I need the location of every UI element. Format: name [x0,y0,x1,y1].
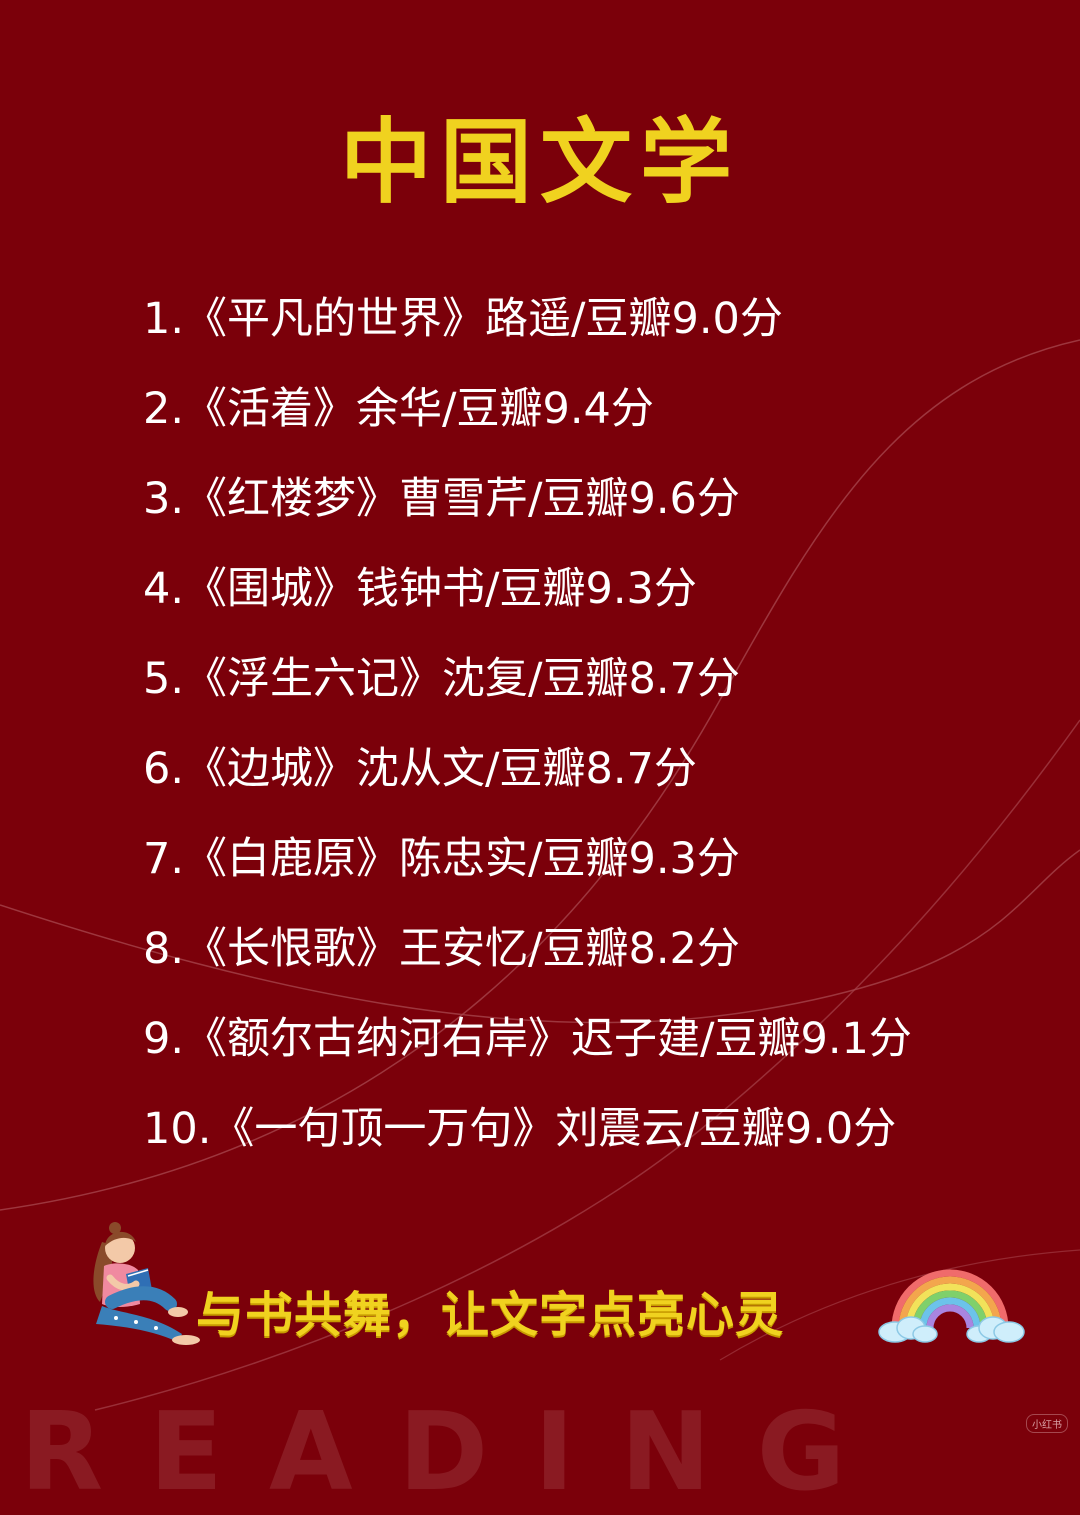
book-item-6: 6.《边城》沈从文/豆瓣8.7分 [143,740,912,830]
book-item-2: 2.《活着》余华/豆瓣9.4分 [143,380,912,470]
book-item-3: 3.《红楼梦》曹雪芹/豆瓣9.6分 [143,470,912,560]
book-text: 5.《浮生六记》沈复/豆瓣8.7分 [143,654,740,704]
rainbow-icon [878,1269,1025,1343]
watermark-text: READING [20,1390,892,1515]
book-item-9: 9.《额尔古纳河右岸》迟子建/豆瓣9.1分 [143,1010,912,1100]
book-list: 1.《平凡的世界》路遥/豆瓣9.0分 2.《活着》余华/豆瓣9.4分 3.《红楼… [143,290,912,1190]
book-text: 4.《围城》钱钟书/豆瓣9.3分 [143,564,697,614]
book-text: 2.《活着》余华/豆瓣9.4分 [143,384,654,434]
book-text: 10.《一句顶一万句》刘震云/豆瓣9.0分 [143,1104,897,1154]
book-item-4: 4.《围城》钱钟书/豆瓣9.3分 [143,560,912,650]
reader-icon [93,1222,200,1345]
book-item-7: 7.《白鹿原》陈忠实/豆瓣9.3分 [143,830,912,920]
book-text: 7.《白鹿原》陈忠实/豆瓣9.3分 [143,834,740,884]
platform-badge: 小红书 [1026,1414,1068,1433]
book-text: 3.《红楼梦》曹雪芹/豆瓣9.6分 [143,474,740,524]
book-text: 9.《额尔古纳河右岸》迟子建/豆瓣9.1分 [143,1014,912,1064]
book-text: 1.《平凡的世界》路遥/豆瓣9.0分 [143,294,783,344]
book-text: 8.《长恨歌》王安忆/豆瓣8.2分 [143,924,740,974]
book-item-1: 1.《平凡的世界》路遥/豆瓣9.0分 [143,290,912,380]
book-item-8: 8.《长恨歌》王安忆/豆瓣8.2分 [143,920,912,1010]
page-title: 中国文学 [339,109,740,216]
book-item-10: 10.《一句顶一万句》刘震云/豆瓣9.0分 [143,1100,912,1190]
book-item-5: 5.《浮生六记》沈复/豆瓣8.7分 [143,650,912,740]
slogan-text: 与书共舞，让文字点亮心灵 [196,1287,785,1343]
book-text: 6.《边城》沈从文/豆瓣8.7分 [143,744,697,794]
